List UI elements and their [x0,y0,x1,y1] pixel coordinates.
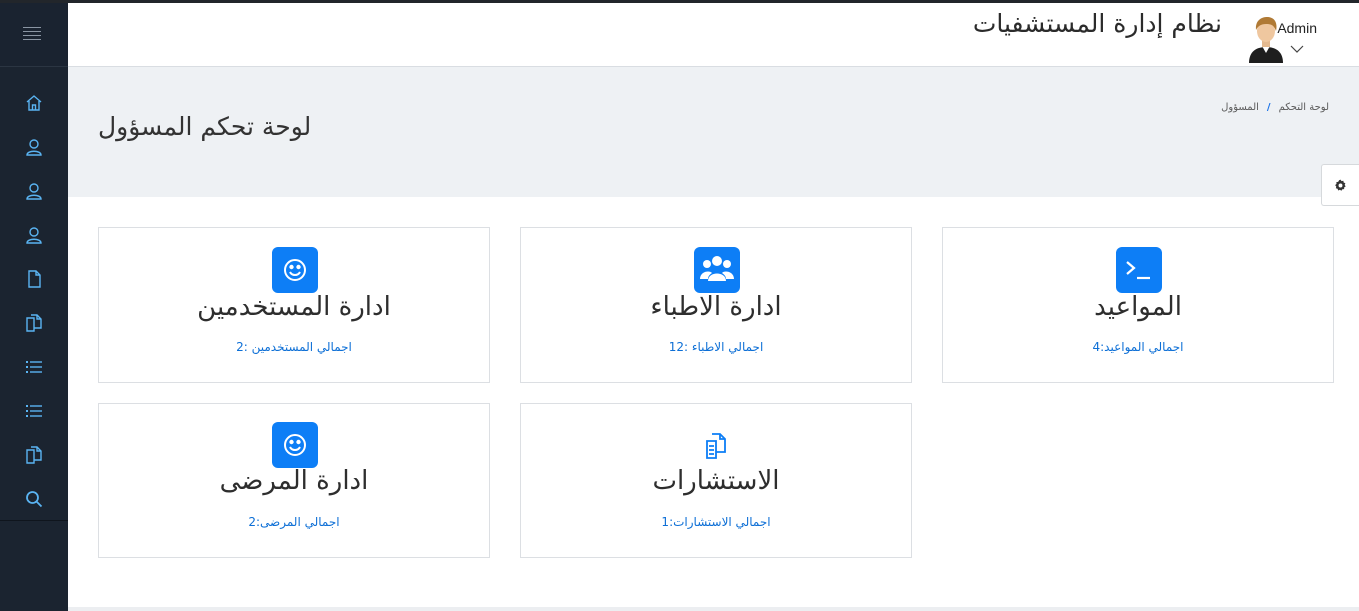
chevron-down-icon[interactable] [1290,39,1304,53]
sidebar-item-list-2[interactable] [0,389,68,433]
breadcrumb: لوحة التحكم / المسؤول [1221,102,1329,113]
smile-icon [272,247,318,293]
gear-icon [1335,179,1346,191]
home-icon [26,95,42,111]
breadcrumb-current: المسؤول [1221,102,1259,113]
sidebar-item-files-1[interactable] [0,301,68,345]
card-stat-link[interactable]: اجمالي المواعيد:4 [943,340,1333,354]
footer-divider [68,607,1359,611]
sidebar-item-list-1[interactable] [0,345,68,389]
sidebar-item-home[interactable] [0,81,68,125]
user-icon [26,227,42,244]
card-doctors[interactable]: ادارة الاطباء اجمالي الاطباء :12 [520,227,912,383]
sidebar-item-user-3[interactable] [0,213,68,257]
page-title: لوحة تحكم المسؤول [98,112,312,141]
settings-button[interactable] [1321,164,1359,206]
sidebar-item-user-2[interactable] [0,169,68,213]
list-icon [26,405,42,417]
user-icon [26,183,42,200]
page: نظام إدارة المستشفيات Admin لوحة التحكم /… [0,0,1359,611]
list-icon [26,361,42,373]
sidebar-item-user-1[interactable] [0,125,68,169]
breadcrumb-separator: / [1266,102,1271,113]
sidebar-item-file[interactable] [0,257,68,301]
card-title: ادارة المرضى [219,466,369,496]
search-icon [26,491,43,508]
breadcrumb-home[interactable]: لوحة التحكم [1279,102,1329,113]
card-users[interactable]: ادارة المستخدمين اجمالي المستخدمين :2 [98,227,490,383]
files-icon [26,446,42,464]
top-header: نظام إدارة المستشفيات Admin [68,3,1359,67]
card-consultations[interactable]: الاستشارات اجمالي الاستشارات:1 [520,403,912,558]
card-stat-link[interactable]: اجمالي المرضى:2 [99,515,489,529]
files-icon [694,423,740,469]
card-title: المواعيد [1094,292,1182,322]
terminal-icon [1116,247,1162,293]
sidebar-item-search[interactable] [0,477,68,521]
user-name[interactable]: Admin [1277,20,1317,36]
files-icon [26,314,42,332]
menu-toggle-icon[interactable] [23,27,41,41]
card-title: الاستشارات [652,466,780,496]
user-icon [26,139,42,156]
users-icon [694,247,740,293]
sidebar-header [0,3,68,67]
smile-icon [272,422,318,468]
file-icon [28,270,41,288]
card-appointments[interactable]: المواعيد اجمالي المواعيد:4 [942,227,1334,383]
card-stat-link[interactable]: اجمالي المستخدمين :2 [99,340,489,354]
card-stat-link[interactable]: اجمالي الاطباء :12 [521,340,911,354]
page-head: لوحة التحكم / المسؤول لوحة تحكم المسؤول [68,67,1359,206]
sidebar-nav [0,81,68,521]
sidebar [0,3,68,611]
card-title: ادارة الاطباء [650,292,782,322]
card-stat-link[interactable]: اجمالي الاستشارات:1 [521,515,911,529]
sidebar-item-files-2[interactable] [0,433,68,477]
app-title: نظام إدارة المستشفيات [972,9,1222,38]
card-patients[interactable]: ادارة المرضى اجمالي المرضى:2 [98,403,490,558]
card-title: ادارة المستخدمين [197,292,391,322]
sidebar-divider [0,520,68,521]
